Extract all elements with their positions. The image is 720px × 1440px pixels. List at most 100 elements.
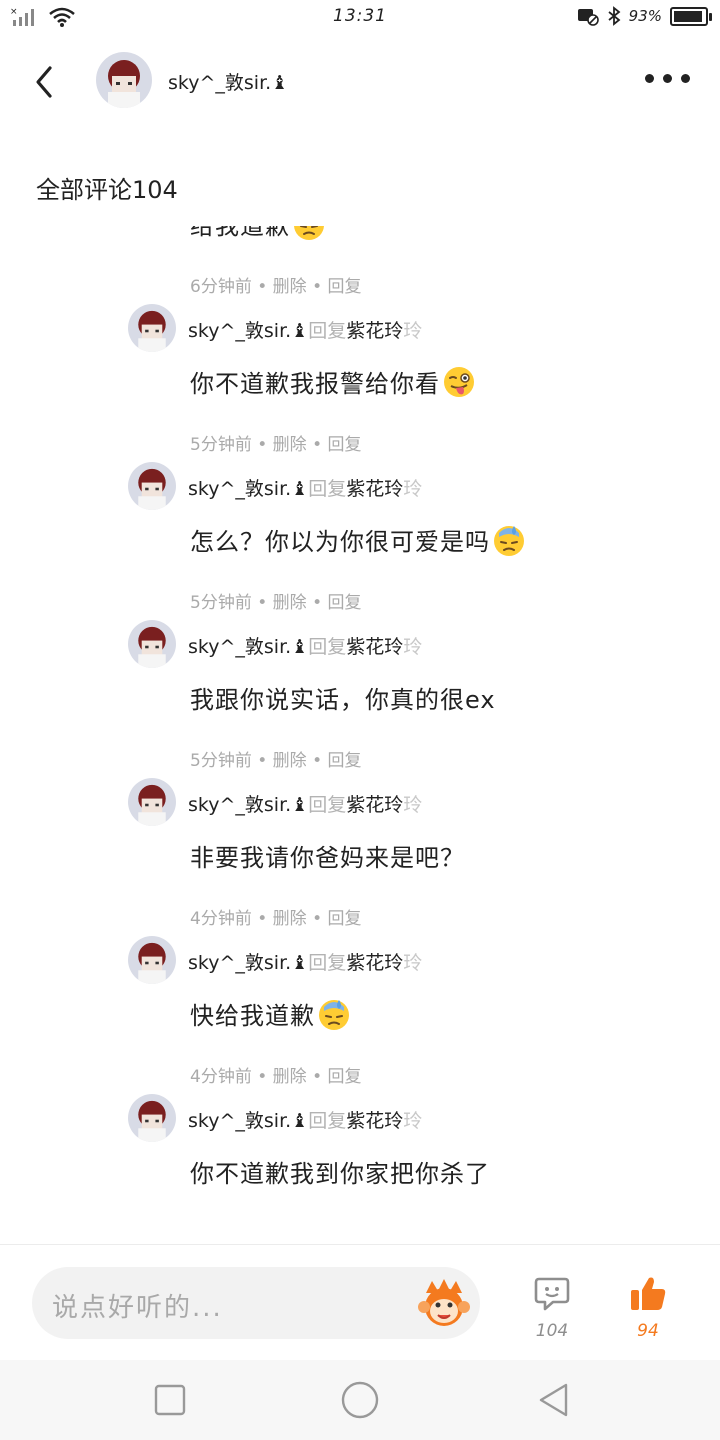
avatar[interactable]	[128, 1094, 176, 1142]
meta-dot: •	[257, 751, 268, 771]
reply-word: 回复	[308, 478, 347, 500]
reply-button[interactable]: 回复	[328, 277, 362, 297]
meta-dot: •	[312, 1067, 323, 1087]
comment-author[interactable]: sky^_敦sir.♝	[188, 794, 308, 816]
bottom-bar: 说点好听的... 104 94	[0, 1244, 720, 1360]
comment-list[interactable]: 给我道歉 6分钟前 • 删除 • 回复 sky^_敦sir.♝回复紫花玲玲 你不道歉我…	[0, 226, 720, 1244]
header-username[interactable]: sky^_敦sir.♝	[168, 68, 288, 95]
reply-button[interactable]: 回复	[328, 1067, 362, 1087]
meta-dot: •	[257, 435, 268, 455]
meta-dot: •	[257, 909, 268, 929]
comment-time: 5分钟前	[190, 593, 252, 613]
comment-author[interactable]: sky^_敦sir.♝	[188, 1110, 308, 1132]
square-icon	[154, 1384, 186, 1416]
home-button[interactable]	[340, 1380, 380, 1420]
battery-percent: 93%	[628, 7, 662, 25]
meta-dot: •	[312, 435, 323, 455]
comment-text: 给我道歉	[190, 226, 326, 241]
comment-meta: 5分钟前 • 删除 • 回复	[190, 588, 362, 613]
comment-count: 104	[535, 1321, 569, 1341]
delete-button[interactable]: 删除	[273, 593, 307, 613]
comment-icon	[534, 1277, 570, 1311]
comment-input[interactable]: 说点好听的...	[32, 1267, 480, 1339]
more-button[interactable]	[641, 70, 694, 87]
delete-button[interactable]: 删除	[273, 277, 307, 297]
sweat-emoji-icon	[494, 525, 524, 556]
avatar-image	[96, 52, 152, 108]
recent-apps-button[interactable]	[152, 1382, 188, 1418]
comment-body: 你不道歉我到你家把你杀了	[190, 1160, 490, 1188]
comment-header: sky^_敦sir.♝回复紫花玲玲	[188, 632, 422, 659]
avatar[interactable]	[96, 52, 152, 108]
reply-button[interactable]: 回复	[328, 751, 362, 771]
reply-target[interactable]: 紫花玲	[346, 794, 403, 816]
system-nav-bar	[0, 1360, 720, 1440]
reply-word: 回复	[308, 794, 347, 816]
avatar[interactable]	[128, 462, 176, 510]
comment-item[interactable]: sky^_敦sir.♝回复紫花玲玲你不道歉我到你家把你杀了	[0, 1094, 720, 1244]
comment-item[interactable]: 给我道歉 6分钟前 • 删除 • 回复	[0, 226, 720, 304]
delete-button[interactable]: 删除	[273, 435, 307, 455]
comment-header: sky^_敦sir.♝回复紫花玲玲	[188, 790, 422, 817]
reply-button[interactable]: 回复	[328, 593, 362, 613]
comment-body: 快给我道歉	[190, 1002, 315, 1030]
comment-body: 给我道歉	[190, 226, 290, 240]
reply-target[interactable]: 紫花玲	[346, 320, 403, 342]
reply-target[interactable]: 紫花玲	[346, 952, 403, 974]
like-button[interactable]: 94	[618, 1275, 678, 1341]
avatar[interactable]	[128, 778, 176, 826]
monkey-emoji-icon[interactable]	[416, 1277, 472, 1329]
reply-word: 回复	[308, 636, 347, 658]
reply-word: 回复	[308, 952, 347, 974]
reply-button[interactable]: 回复	[328, 435, 362, 455]
comment-item[interactable]: sky^_敦sir.♝回复紫花玲玲 怎么？你以为你很可爱是吗 5分钟前 • 删除 •…	[0, 462, 720, 620]
avatar[interactable]	[128, 304, 176, 352]
comment-body: 非要我请你爸妈来是吧？	[190, 844, 465, 872]
reply-target[interactable]: 紫花玲	[346, 636, 403, 658]
sweat-emoji-icon	[319, 999, 349, 1030]
comment-author[interactable]: sky^_敦sir.♝	[188, 478, 308, 500]
comment-author[interactable]: sky^_敦sir.♝	[188, 952, 308, 974]
avatar-image	[128, 1094, 176, 1142]
comment-meta: 4分钟前 • 删除 • 回复	[190, 1062, 362, 1087]
avatar[interactable]	[128, 620, 176, 668]
comment-author[interactable]: sky^_敦sir.♝	[188, 636, 308, 658]
reply-target[interactable]: 紫花玲	[346, 478, 403, 500]
avatar[interactable]	[128, 936, 176, 984]
sweat-emoji-icon	[294, 226, 324, 240]
delete-button[interactable]: 删除	[273, 751, 307, 771]
meta-dot: •	[312, 593, 323, 613]
reply-target-tail: 玲	[403, 952, 423, 974]
reply-word: 回复	[308, 1110, 347, 1132]
meta-dot: •	[312, 751, 323, 771]
comment-meta: 5分钟前 • 删除 • 回复	[190, 746, 362, 771]
comment-input-placeholder: 说点好听的...	[52, 1293, 223, 1323]
comment-count-button[interactable]: 104	[522, 1275, 582, 1341]
comment-body: 你不道歉我报警给你看	[190, 370, 440, 398]
comment-author[interactable]: sky^_敦sir.♝	[188, 320, 308, 342]
comment-header: sky^_敦sir.♝回复紫花玲玲	[188, 316, 422, 343]
status-bar: × 13:31 93%	[0, 0, 720, 36]
delete-button[interactable]: 删除	[273, 1067, 307, 1087]
meta-dot: •	[257, 277, 268, 297]
reply-target-tail: 玲	[403, 478, 423, 500]
reply-word: 回复	[308, 320, 347, 342]
comment-time: 5分钟前	[190, 751, 252, 771]
avatar-image	[128, 778, 176, 826]
comment-item[interactable]: sky^_敦sir.♝回复紫花玲玲 非要我请你爸妈来是吧？ 4分钟前 • 删除 • …	[0, 778, 720, 936]
comment-item[interactable]: sky^_敦sir.♝回复紫花玲玲 我跟你说实话，你真的很ex 5分钟前 • 删除 …	[0, 620, 720, 778]
avatar-image	[128, 620, 176, 668]
comment-item[interactable]: sky^_敦sir.♝回复紫花玲玲 你不道歉我报警给你看 5分钟前 • 删除 • 回…	[0, 304, 720, 462]
header: sky^_敦sir.♝	[0, 40, 720, 124]
nav-back-button[interactable]	[536, 1382, 572, 1418]
reply-target[interactable]: 紫花玲	[346, 1110, 403, 1132]
comment-header: sky^_敦sir.♝回复紫花玲玲	[188, 1106, 422, 1133]
reply-button[interactable]: 回复	[328, 909, 362, 929]
comments-title: 全部评论104	[36, 176, 178, 204]
meta-dot: •	[312, 277, 323, 297]
avatar-image	[128, 304, 176, 352]
comment-item[interactable]: sky^_敦sir.♝回复紫花玲玲 快给我道歉 4分钟前 • 删除 • 回复	[0, 936, 720, 1094]
avatar-image	[128, 936, 176, 984]
back-button[interactable]	[26, 62, 66, 102]
delete-button[interactable]: 删除	[273, 909, 307, 929]
